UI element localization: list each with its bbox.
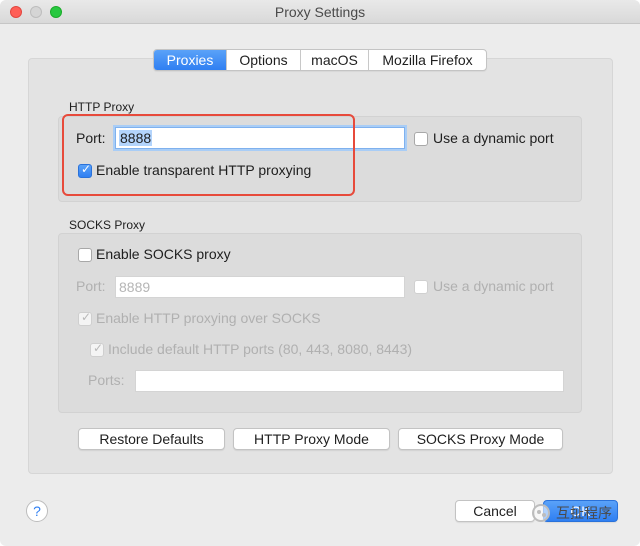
tab-bar: Proxies Options macOS Mozilla Firefox xyxy=(153,49,487,71)
http-dynamic-port-checkbox[interactable] xyxy=(414,132,428,146)
ports-input[interactable] xyxy=(135,370,564,392)
http-proxy-mode-button[interactable]: HTTP Proxy Mode xyxy=(233,428,390,450)
checkmark-icon: ✓ xyxy=(92,341,104,355)
red-highlight-annotation xyxy=(62,114,355,196)
tab-mozilla-firefox[interactable]: Mozilla Firefox xyxy=(369,50,486,70)
tab-options[interactable]: Options xyxy=(227,50,301,70)
window-title: Proxy Settings xyxy=(274,4,366,20)
socks-proxy-mode-button[interactable]: SOCKS Proxy Mode xyxy=(398,428,563,450)
include-default-ports-label: Include default HTTP ports (80, 443, 808… xyxy=(108,341,413,357)
proxy-settings-window: Proxy Settings Proxies Options macOS Moz… xyxy=(0,0,640,546)
cancel-button[interactable]: Cancel xyxy=(455,500,535,522)
http-dynamic-port-label: Use a dynamic port xyxy=(433,130,554,146)
enable-socks-label: Enable SOCKS proxy xyxy=(96,246,231,262)
ports-label: Ports: xyxy=(88,372,125,388)
watermark: 互扯程序 xyxy=(532,503,612,523)
socks-dynamic-port-label: Use a dynamic port xyxy=(433,278,554,294)
watermark-text: 互扯程序 xyxy=(556,506,612,522)
http-over-socks-label: Enable HTTP proxying over SOCKS xyxy=(96,310,321,326)
http-proxy-section-label: HTTP Proxy xyxy=(69,100,135,114)
wechat-icon xyxy=(532,504,550,522)
socks-dynamic-port-checkbox[interactable] xyxy=(414,280,428,294)
socks-port-input[interactable]: 8889 xyxy=(115,276,405,298)
restore-defaults-button[interactable]: Restore Defaults xyxy=(78,428,225,450)
socks-port-label: Port: xyxy=(76,278,106,294)
tab-macos[interactable]: macOS xyxy=(301,50,369,70)
include-default-ports-checkbox[interactable]: ✓ xyxy=(90,341,104,357)
enable-socks-checkbox[interactable] xyxy=(78,248,92,262)
socks-proxy-section-label: SOCKS Proxy xyxy=(69,218,146,232)
title-bar: Proxy Settings xyxy=(0,0,640,24)
help-button[interactable]: ? xyxy=(26,500,48,522)
tab-proxies[interactable]: Proxies xyxy=(154,50,227,70)
checkmark-icon: ✓ xyxy=(80,310,92,324)
http-over-socks-checkbox[interactable]: ✓ xyxy=(78,310,92,326)
